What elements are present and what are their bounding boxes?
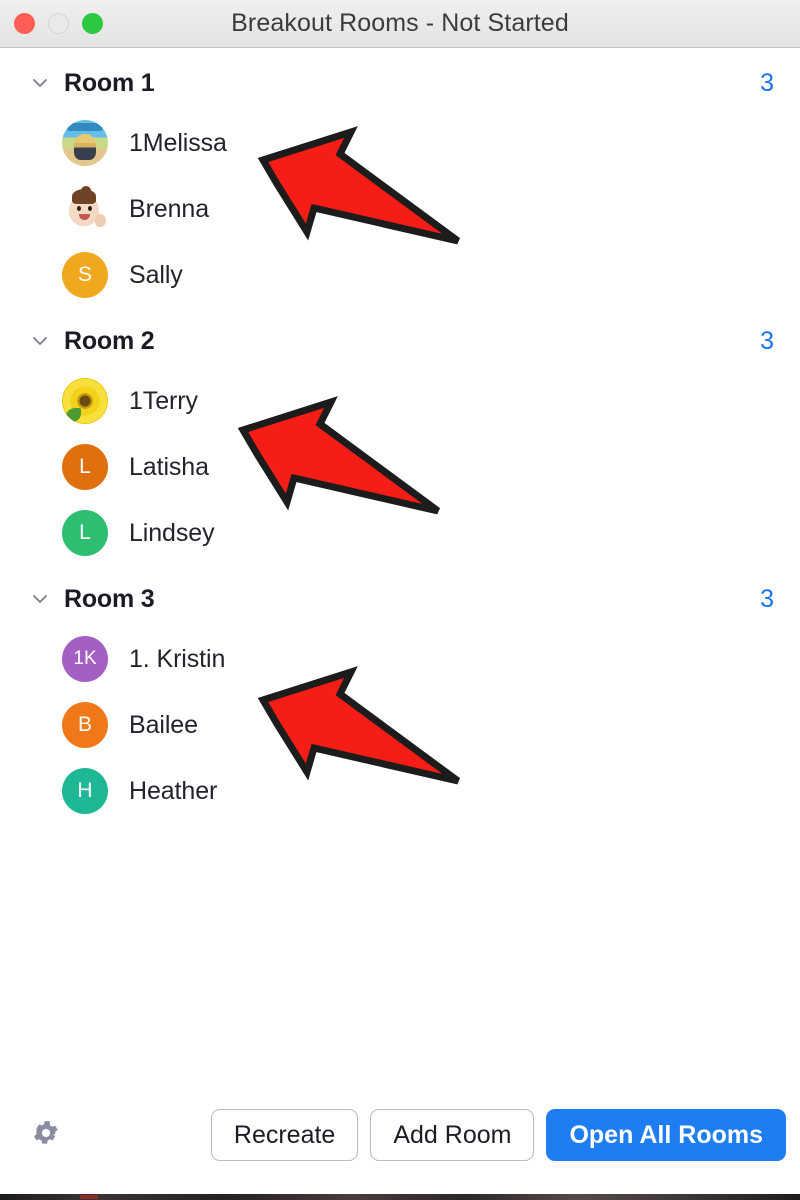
chevron-down-icon[interactable] — [28, 587, 52, 611]
avatar: S — [62, 252, 108, 298]
avatar-initials: L — [79, 521, 91, 544]
avatar: L — [62, 444, 108, 490]
participant-name: Heather — [129, 776, 218, 805]
participant-row[interactable]: L Lindsey — [62, 500, 800, 566]
breakout-rooms-window: Breakout Rooms - Not Started Room 1 3 1Mel… — [0, 0, 800, 1200]
minimize-window-button[interactable] — [48, 13, 69, 34]
add-room-button[interactable]: Add Room — [370, 1109, 535, 1161]
room-section: Room 2 3 1Terry L Latisha L Lindsey — [0, 314, 800, 566]
participant-row[interactable]: S Sally — [62, 242, 800, 308]
avatar-initials: S — [77, 263, 92, 286]
participant-row[interactable]: 1Melissa — [62, 110, 800, 176]
gear-icon — [31, 1118, 61, 1153]
room-participant-count: 3 — [760, 584, 774, 613]
participant-name: 1Melissa — [129, 128, 227, 157]
avatar-initials: 1K — [73, 648, 97, 669]
room-list: Room 1 3 1Melissa Brenna S Sally Room 2 3 1Terry… — [0, 48, 800, 824]
avatar-initials: H — [77, 779, 93, 802]
button-label: Add Room — [393, 1120, 512, 1149]
room-name: Room 1 — [64, 68, 155, 97]
footer-button-group: Recreate Add Room Open All Rooms — [210, 1109, 786, 1161]
room-header[interactable]: Room 3 3 — [0, 572, 800, 626]
participant-name: Brenna — [129, 194, 210, 223]
avatar — [62, 186, 108, 232]
participant-name: 1Terry — [129, 386, 198, 415]
background-bar — [0, 1194, 800, 1200]
chevron-down-icon[interactable] — [28, 329, 52, 353]
zoom-window-button[interactable] — [82, 13, 103, 34]
window-title: Breakout Rooms - Not Started — [231, 9, 569, 37]
participant-name: 1. Kristin — [129, 644, 226, 673]
participant-list: 1Terry L Latisha L Lindsey — [0, 368, 800, 566]
recreate-button[interactable]: Recreate — [210, 1109, 359, 1161]
window-footer: Recreate Add Room Open All Rooms — [0, 1096, 800, 1174]
room-participant-count: 3 — [760, 326, 774, 355]
room-section: Room 3 3 1K 1. Kristin B Bailee H Heather — [0, 572, 800, 824]
participant-list: 1K 1. Kristin B Bailee H Heather — [0, 626, 800, 824]
participant-row[interactable]: 1K 1. Kristin — [62, 626, 800, 692]
participant-row[interactable]: B Bailee — [62, 692, 800, 758]
participant-name: Lindsey — [129, 518, 215, 547]
room-header[interactable]: Room 1 3 — [0, 56, 800, 110]
avatar-initials: L — [79, 455, 91, 478]
avatar: L — [62, 510, 108, 556]
avatar-initials: B — [77, 713, 92, 736]
avatar — [62, 378, 108, 424]
participant-row[interactable]: L Latisha — [62, 434, 800, 500]
button-label: Open All Rooms — [569, 1120, 763, 1149]
avatar: B — [62, 702, 108, 748]
participant-row[interactable]: H Heather — [62, 758, 800, 824]
open-all-rooms-button[interactable]: Open All Rooms — [546, 1109, 786, 1161]
room-name: Room 3 — [64, 584, 155, 613]
close-window-button[interactable] — [14, 13, 35, 34]
avatar — [62, 120, 108, 166]
participant-name: Latisha — [129, 452, 209, 481]
avatar: H — [62, 768, 108, 814]
participant-name: Bailee — [129, 710, 198, 739]
participant-row[interactable]: Brenna — [62, 176, 800, 242]
desktop-background-strip — [0, 1174, 800, 1200]
button-label: Recreate — [233, 1120, 336, 1149]
traffic-lights — [14, 0, 103, 47]
participant-row[interactable]: 1Terry — [62, 368, 800, 434]
room-participant-count: 3 — [760, 68, 774, 97]
avatar: 1K — [62, 636, 108, 682]
room-name: Room 2 — [64, 326, 155, 355]
room-header[interactable]: Room 2 3 — [0, 314, 800, 368]
participant-list: 1Melissa Brenna S Sally — [0, 110, 800, 308]
chevron-down-icon[interactable] — [28, 71, 52, 95]
settings-button[interactable] — [26, 1115, 66, 1155]
participant-name: Sally — [129, 260, 183, 289]
window-titlebar: Breakout Rooms - Not Started — [0, 0, 800, 48]
room-section: Room 1 3 1Melissa Brenna S Sally — [0, 56, 800, 308]
